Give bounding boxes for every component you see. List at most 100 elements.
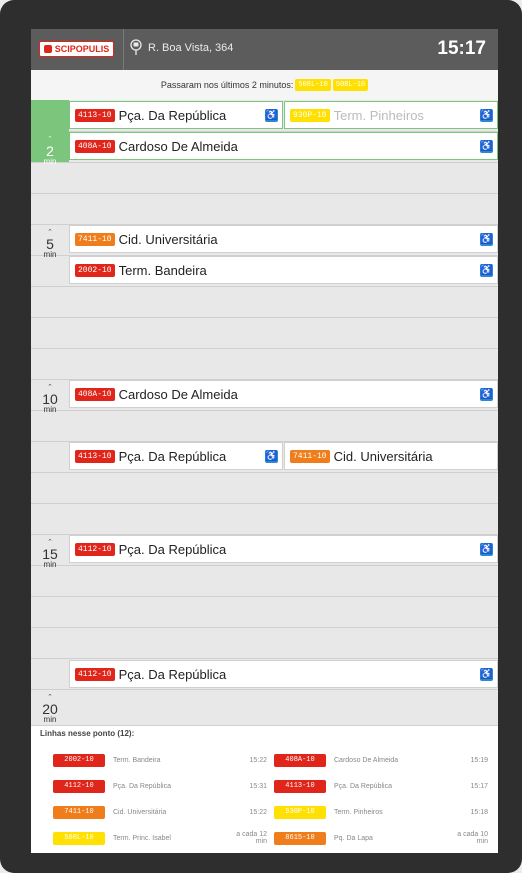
line-code-badge: 4113-10 [75, 449, 115, 463]
line-code-badge: 7411-10 [290, 449, 330, 463]
arrival-card[interactable]: 408A-10 Cardoso De Almeida ♿ [69, 380, 498, 408]
line-next-time: 15:22 [249, 808, 267, 816]
lines-at-stop-title: Linhas nesse ponto (12): [40, 729, 135, 738]
line-code-badge: 4112-10 [75, 542, 115, 556]
wheelchair-icon: ♿ [480, 543, 493, 556]
lane-divider [31, 472, 498, 502]
brand-name: SCIPOPULIS [54, 44, 110, 54]
screen: SCIPOPULIS R. Boa Vista, 364 15:17 Passa… [31, 29, 498, 853]
passed-line-badge[interactable]: 508L-10 [332, 79, 369, 91]
arrival-card[interactable]: 4113-10 Pça. Da República ♿ [69, 442, 283, 470]
lane-divider [31, 286, 498, 316]
line-destination: Cardoso De Almeida [334, 756, 399, 764]
line-destination: Term. Princ. Isabel [113, 834, 171, 842]
lane-divider [31, 503, 498, 533]
line-destination: Pça. Da República [113, 782, 171, 790]
arrival-card[interactable]: 930P-10 Term. Pinheiros ♿ [284, 101, 498, 129]
line-destination: Term. Pinheiros [334, 808, 383, 816]
lane-divider [31, 410, 498, 440]
line-next-time: 15:17 [470, 782, 488, 790]
line-code-badge: 4113-10 [274, 779, 326, 793]
clock: 15:17 [437, 38, 486, 59]
line-code-badge: 408A-10 [75, 387, 115, 401]
arrival-card[interactable]: 7411-10 Cid. Universitária ♿ [69, 225, 498, 253]
brand-logo: SCIPOPULIS [39, 41, 114, 57]
arrival-card[interactable]: 2002-10 Term. Bandeira ♿ [69, 256, 498, 284]
line-code-badge: 4112-10 [53, 779, 105, 793]
line-row[interactable]: 4113-10 Pça. Da República 15:17 [274, 778, 488, 794]
lane-divider [31, 689, 498, 719]
destination: Term. Bandeira [118, 262, 207, 278]
time-tick-15: ˆ 15 min [42, 538, 58, 569]
time-tick-5: ˆ 5 min [43, 228, 57, 259]
line-code-badge: 2002-10 [75, 263, 115, 277]
line-row[interactable]: 2002-10 Term. Bandeira 15:22 [53, 752, 267, 768]
passed-line-badge[interactable]: 508L-10 [295, 79, 331, 91]
destination: Pça. Da República [118, 666, 227, 682]
line-code-badge: 2002-10 [53, 753, 105, 767]
line-row[interactable]: 408A-10 Cardoso De Almeida 15:19 [274, 752, 488, 768]
arrival-card[interactable]: 4113-10 Pça. Da República ♿ [69, 101, 283, 129]
line-next-time: 15:31 [249, 782, 267, 790]
arrival-card[interactable]: 7411-10 Cid. Universitária [284, 442, 498, 470]
line-code-badge: 4112-10 [75, 667, 115, 681]
tablet-bezel: SCIPOPULIS R. Boa Vista, 364 15:17 Passa… [0, 0, 522, 873]
wheelchair-icon: ♿ [480, 140, 493, 153]
line-destination: Pça. Da República [334, 782, 392, 790]
arrival-timeline: ˆ 2 min ˆ 5 min ˆ 10 min ˆ 15 min ˆ 20 m… [31, 100, 498, 725]
line-row[interactable]: 4112-10 Pça. Da República 15:31 [53, 778, 267, 794]
lane-divider [31, 565, 498, 595]
line-next-time: 15:18 [470, 808, 488, 816]
time-tick-10: ˆ 10 min [42, 383, 58, 414]
line-next-time: 15:22 [249, 756, 267, 764]
header-divider [123, 29, 124, 70]
destination: Term. Pinheiros [333, 107, 424, 123]
destination: Cid. Universitária [118, 231, 218, 247]
line-code-badge: 7411-10 [75, 232, 115, 246]
line-destination: Cid. Universitária [113, 808, 167, 816]
wheelchair-icon: ♿ [265, 109, 278, 122]
arrival-card[interactable]: 4112-10 Pça. Da República ♿ [69, 660, 498, 688]
header-bar: SCIPOPULIS R. Boa Vista, 364 15:17 [31, 29, 498, 70]
arrival-card[interactable]: 4112-10 Pça. Da República ♿ [69, 535, 498, 563]
line-code-badge: 4113-10 [75, 108, 115, 122]
destination: Pça. Da República [118, 107, 227, 123]
wheelchair-icon: ♿ [265, 450, 278, 463]
wheelchair-icon: ♿ [480, 668, 493, 681]
arrival-card[interactable]: 408A-10 Cardoso De Almeida ♿ [69, 132, 498, 160]
line-code-badge: 930P-10 [274, 805, 326, 819]
wheelchair-icon: ♿ [480, 109, 493, 122]
line-row[interactable]: 7411-10 Cid. Universitária 15:22 [53, 804, 267, 820]
destination: Pça. Da República [118, 448, 227, 464]
line-code-badge: 508L-10 [53, 831, 105, 845]
lane-divider [31, 627, 498, 657]
wheelchair-icon: ♿ [480, 388, 493, 401]
destination: Cardoso De Almeida [118, 138, 238, 154]
line-row[interactable]: 930P-10 Term. Pinheiros 15:18 [274, 804, 488, 820]
wheelchair-icon: ♿ [480, 264, 493, 277]
line-row[interactable]: 8615-10 Pq. Da Lapa a cada 10 min [274, 830, 488, 846]
line-frequency: a cada 10 min [457, 831, 488, 845]
line-frequency: a cada 12 min [236, 831, 267, 845]
stop-name: R. Boa Vista, 364 [148, 42, 234, 54]
recently-passed-label: Passaram nos últimos 2 minutos: [160, 80, 294, 90]
time-tick-20: ˆ 20 min [42, 693, 58, 724]
lines-at-stop-panel: Linhas nesse ponto (12): 2002-10 Term. B… [31, 725, 498, 853]
bus-stop-icon [130, 39, 142, 55]
lane-divider [31, 162, 498, 192]
lane-divider [31, 193, 498, 223]
lane-divider [31, 348, 498, 378]
line-code-badge: 408A-10 [75, 139, 115, 153]
time-tick-2: ˆ 2 min [43, 135, 57, 166]
wheelchair-icon: ♿ [480, 233, 493, 246]
destination: Pça. Da República [118, 541, 227, 557]
logo-mark-icon [43, 45, 52, 53]
destination: Cardoso De Almeida [118, 386, 238, 402]
lane-divider [31, 596, 498, 626]
destination: Cid. Universitária [333, 448, 433, 464]
line-code-badge: 930P-10 [290, 108, 330, 122]
lane-divider [31, 317, 498, 347]
line-row[interactable]: 508L-10 Term. Princ. Isabel a cada 12 mi… [53, 830, 267, 846]
line-destination: Term. Bandeira [113, 756, 161, 764]
line-code-badge: 408A-10 [274, 753, 326, 767]
